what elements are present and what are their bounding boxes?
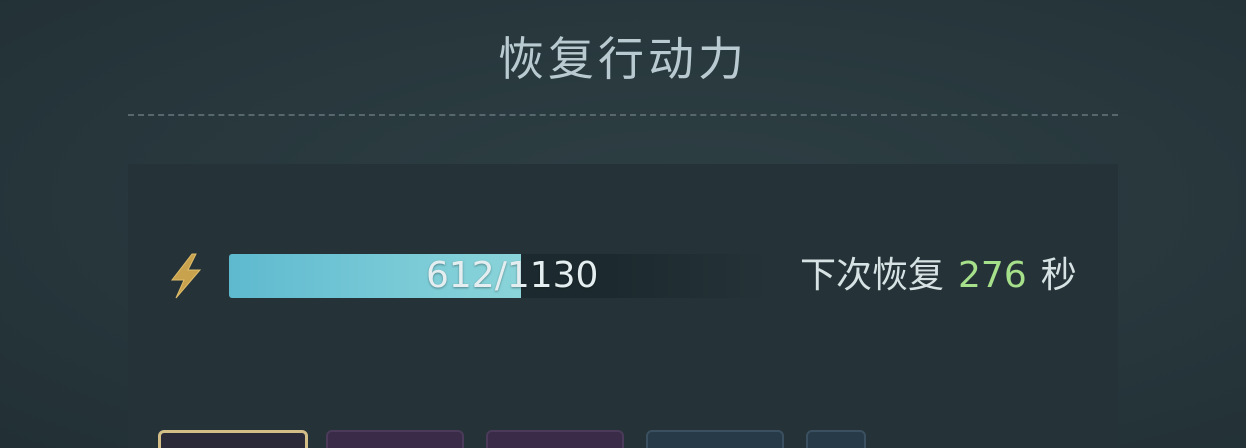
item-slot[interactable] [486,430,624,448]
next-recover-timer: 下次恢复 276 秒 [800,250,1077,302]
lightning-bolt-icon [160,250,212,302]
item-slot[interactable] [326,430,464,448]
item-slot-selected[interactable] [158,430,308,448]
stamina-value: 612/1130 [426,255,599,296]
next-recover-seconds: 276 [958,255,1027,296]
stamina-panel [128,164,1118,448]
item-slot[interactable] [806,430,866,448]
item-slot[interactable] [646,430,784,448]
dialog-title: 恢复行动力 [498,32,748,86]
title-divider [128,114,1118,116]
next-recover-label: 下次恢复 [800,255,945,296]
seconds-unit: 秒 [1040,255,1077,296]
restore-stamina-dialog: 恢复行动力 612/1130 下次恢复 276 秒 [0,0,1246,448]
